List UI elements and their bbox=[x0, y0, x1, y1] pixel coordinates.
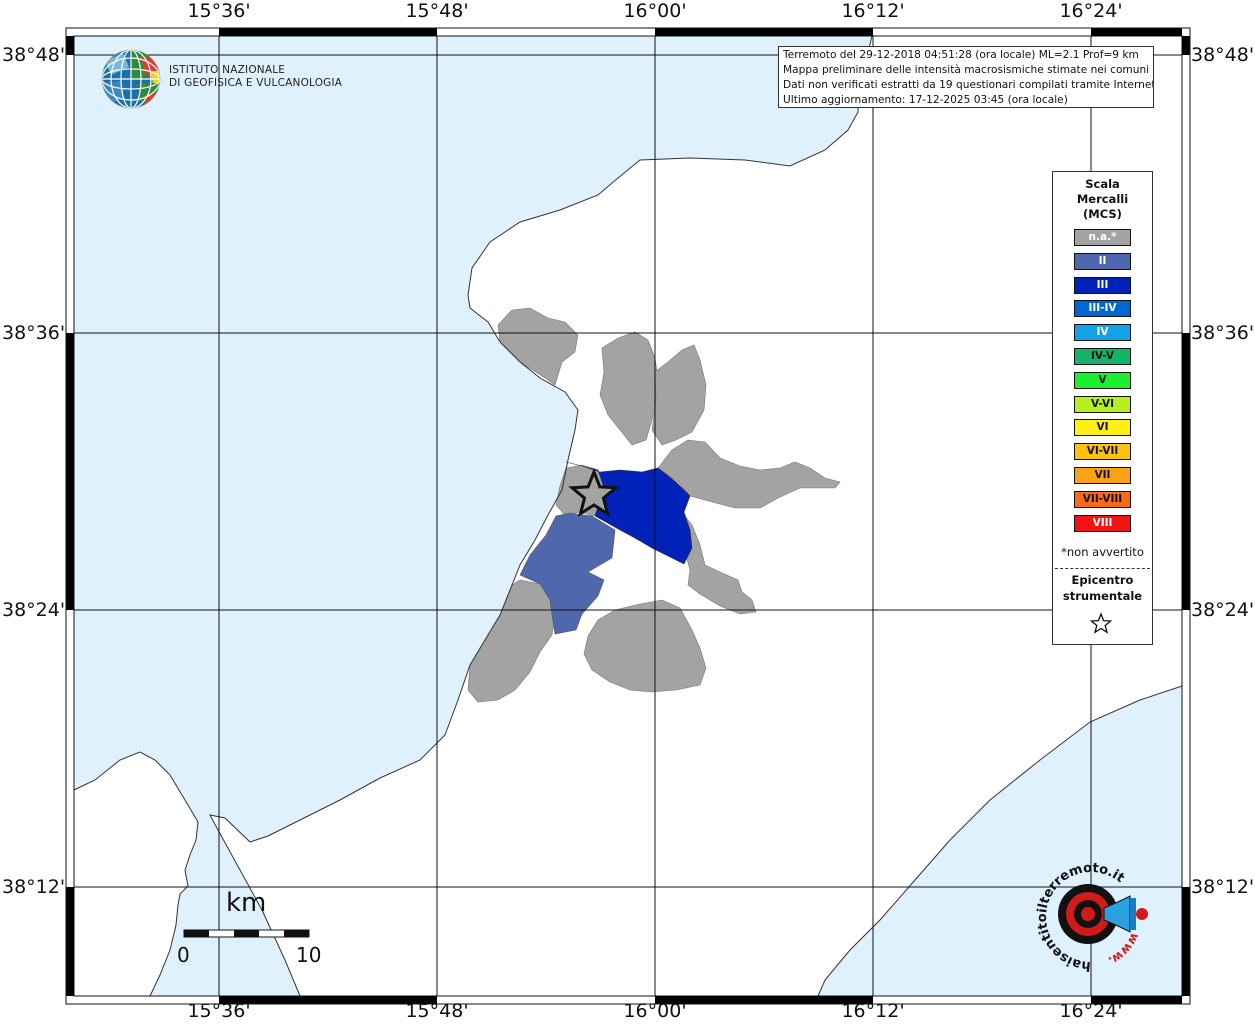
scalebar-max: 10 bbox=[296, 943, 322, 967]
event-info-line-2: Mappa preliminare delle intensità macros… bbox=[783, 64, 1150, 76]
lon-tick-bottom-15-48: 15°48' bbox=[405, 1000, 469, 1022]
legend-na-note: *non avvertito bbox=[1061, 545, 1144, 559]
legend-epicenter-line-1: Epicentro bbox=[1071, 573, 1134, 587]
lat-tick-right-38-24: 38°24' bbox=[1191, 599, 1255, 621]
mcs-legend: Scala Mercalli (MCS) n.a.* II III III-IV IV I… bbox=[1052, 171, 1153, 645]
legend-item: VIII bbox=[1074, 514, 1131, 532]
legend-item: V-VI bbox=[1074, 395, 1131, 413]
lat-tick-right-38-36: 38°36' bbox=[1191, 322, 1255, 344]
lon-tick-bottom-15-36: 15°36' bbox=[187, 1000, 251, 1022]
legend-star-icon bbox=[1089, 612, 1113, 634]
legend-item: VI-VII bbox=[1074, 443, 1131, 461]
hsi-www-textpath: www. bbox=[1106, 931, 1142, 968]
lon-tick-top-16-12: 16°12' bbox=[841, 0, 905, 22]
lon-tick-top-15-36: 15°36' bbox=[187, 0, 251, 22]
legend-title-line-2: Mercalli bbox=[1076, 192, 1129, 206]
legend-item: V bbox=[1074, 371, 1131, 389]
lon-tick-bottom-16-00: 16°00' bbox=[623, 1000, 687, 1022]
hsi-www-text: www. bbox=[1106, 931, 1142, 968]
lat-tick-right-38-48: 38°48' bbox=[1191, 44, 1255, 66]
event-info-line-4: Ultimo aggiornamento: 17-12-2025 03:45 (… bbox=[783, 94, 1068, 106]
lat-tick-left-38-36: 38°36' bbox=[2, 322, 66, 344]
lat-tick-left-38-48: 38°48' bbox=[2, 44, 66, 66]
institute-name-line-1: ISTITUTO NAZIONALE bbox=[169, 64, 286, 76]
legend-item: III bbox=[1074, 276, 1131, 294]
legend-item: n.a.* bbox=[1074, 229, 1131, 246]
lat-tick-left-38-12: 38°12' bbox=[2, 876, 66, 898]
legend-item: IV-V bbox=[1074, 348, 1131, 365]
institute-name: ISTITUTO NAZIONALE DI GEOFISICA E VULCAN… bbox=[169, 64, 342, 90]
legend-item: VI bbox=[1074, 419, 1131, 437]
legend-title-line-1: Scala bbox=[1085, 177, 1120, 191]
legend-epicenter-label: Epicentro strumentale bbox=[1053, 572, 1152, 604]
lon-tick-bottom-16-24: 16°24' bbox=[1059, 1000, 1123, 1022]
event-info-line-3: Dati non verificati estratti da 19 quest… bbox=[783, 79, 1154, 91]
legend-epicenter-line-2: strumentale bbox=[1062, 589, 1143, 603]
legend-item: II bbox=[1074, 252, 1131, 270]
lon-tick-top-16-24: 16°24' bbox=[1059, 0, 1123, 22]
legend-title: Scala Mercalli (MCS) bbox=[1053, 177, 1152, 222]
scalebar-zero: 0 bbox=[177, 943, 190, 967]
hsi-target-megaphone-icon: haisentitoilterremoto.it www. bbox=[1035, 861, 1148, 973]
scale-bar bbox=[183, 929, 310, 938]
legend-separator bbox=[1055, 568, 1150, 569]
event-info-box: Terremoto del 29-12-2018 04:51:28 (ora l… bbox=[778, 46, 1154, 108]
institute-name-line-2: DI GEOFISICA E VULCANOLOGIA bbox=[169, 77, 343, 89]
legend-item: VII-VIII bbox=[1074, 490, 1131, 508]
lon-tick-top-15-48: 15°48' bbox=[405, 0, 469, 22]
lat-tick-right-38-12: 38°12' bbox=[1191, 876, 1255, 898]
lon-tick-bottom-16-12: 16°12' bbox=[841, 1000, 905, 1022]
legend-item: VII bbox=[1074, 467, 1131, 484]
legend-item: III-IV bbox=[1074, 300, 1131, 318]
legend-item: IV bbox=[1074, 324, 1131, 342]
scalebar-unit: km bbox=[226, 888, 267, 918]
lat-tick-left-38-24: 38°24' bbox=[2, 599, 66, 621]
legend-title-line-3: (MCS) bbox=[1083, 207, 1122, 221]
lon-tick-top-16-00: 16°00' bbox=[623, 0, 687, 22]
event-info-line-1: Terremoto del 29-12-2018 04:51:28 (ora l… bbox=[783, 49, 1139, 61]
